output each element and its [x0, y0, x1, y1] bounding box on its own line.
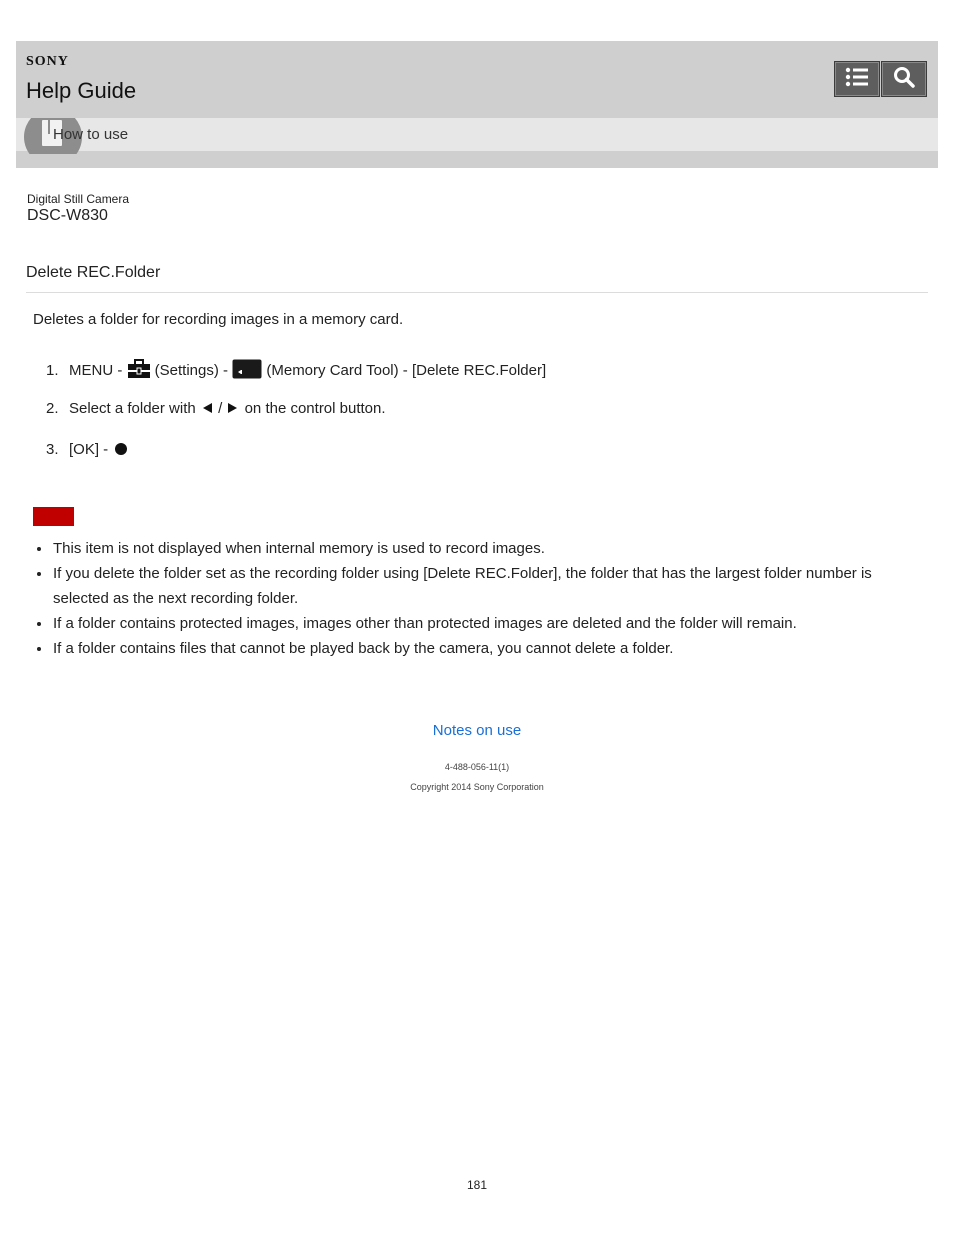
- page-number: 181: [466, 1178, 488, 1192]
- step-2: 2. Select a folder with / on the control …: [46, 400, 386, 418]
- product-model: DSC-W830: [27, 207, 108, 224]
- list-item: If a folder contains protected images, i…: [33, 611, 903, 636]
- left-arrow-icon: [200, 401, 214, 418]
- list-icon: [845, 67, 869, 92]
- product-category: Digital Still Camera: [27, 192, 130, 206]
- sony-logo: SONY: [26, 54, 69, 69]
- section-bar: [16, 118, 938, 151]
- settings-toolbox-icon: [127, 359, 151, 383]
- list-item: This item is not displayed when internal…: [33, 536, 903, 561]
- section-link-how-to-use[interactable]: How to use: [53, 126, 128, 143]
- notes-on-use-link[interactable]: Notes on use: [0, 722, 954, 739]
- help-guide-title: Help Guide: [26, 78, 137, 103]
- list-item: If you delete the folder set as the reco…: [33, 561, 903, 611]
- search-button[interactable]: [881, 61, 927, 97]
- memory-card-tool-icon: [232, 359, 262, 383]
- page-title: Delete REC.Folder: [26, 264, 161, 281]
- copyright: Copyright 2014 Sony Corporation: [410, 782, 544, 792]
- title-divider: [26, 292, 928, 293]
- list-item: If a folder contains files that cannot b…: [33, 636, 903, 661]
- step-1: 1. MENU - (Settings) - (Memory Card Tool)…: [46, 359, 546, 383]
- search-icon: [893, 66, 915, 93]
- document-number: 4-488-056-11(1): [444, 762, 510, 772]
- notes-list: This item is not displayed when internal…: [33, 536, 903, 661]
- intro-text: Deletes a folder for recording images in…: [33, 311, 404, 328]
- step-3: 3. [OK] -: [46, 440, 130, 460]
- menu-button[interactable]: [834, 61, 880, 97]
- right-arrow-icon: [226, 401, 240, 418]
- note-badge: [33, 507, 74, 526]
- header-bar: SONY Help Guide How to use: [16, 41, 938, 168]
- center-button-icon: [112, 440, 130, 460]
